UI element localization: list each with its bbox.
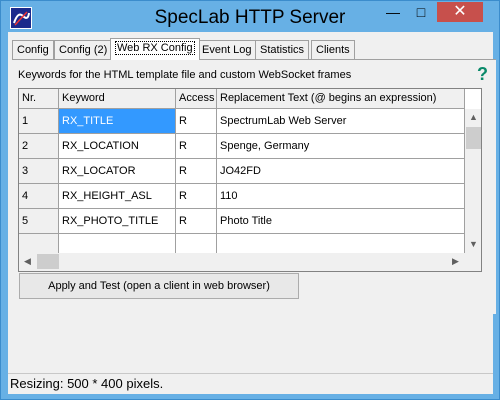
scroll-right-icon[interactable]: ▶ bbox=[452, 256, 459, 267]
tab-event-log[interactable]: Event Log bbox=[197, 40, 257, 59]
maximize-icon[interactable]: □ bbox=[407, 2, 435, 22]
vertical-scrollbar[interactable]: ▲ ▼ bbox=[465, 109, 481, 253]
row-nr: 3 bbox=[19, 159, 59, 184]
column-header-keyword[interactable]: Keyword bbox=[59, 89, 176, 109]
minimize-icon[interactable]: — bbox=[379, 2, 407, 22]
tab-config-2[interactable]: Config (2) bbox=[54, 40, 113, 59]
client-area: Config Config (2) Web RX Config Event Lo… bbox=[8, 32, 496, 394]
tab-config[interactable]: Config bbox=[12, 40, 54, 59]
keyword-cell[interactable]: RX_TITLE bbox=[59, 109, 176, 134]
access-cell[interactable]: R bbox=[176, 109, 217, 134]
row-nr: 4 bbox=[19, 184, 59, 209]
keyword-cell[interactable]: RX_PHOTO_TITLE bbox=[59, 209, 176, 234]
app-window: SpecLab HTTP Server — □ ✕ Config Config … bbox=[0, 0, 500, 400]
row-nr: 5 bbox=[19, 209, 59, 234]
grid-description: Keywords for the HTML template file and … bbox=[18, 69, 352, 81]
replacement-cell[interactable]: SpectrumLab Web Server bbox=[217, 109, 465, 134]
close-icon[interactable]: ✕ bbox=[437, 2, 483, 22]
scroll-down-icon[interactable]: ▼ bbox=[469, 239, 478, 249]
keyword-cell[interactable]: RX_LOCATOR bbox=[59, 159, 176, 184]
question-icon[interactable]: ? bbox=[477, 65, 491, 83]
keyword-grid[interactable]: Nr. Keyword Access Replacement Text (@ b… bbox=[18, 88, 482, 272]
title-bar[interactable]: SpecLab HTTP Server — □ ✕ bbox=[1, 1, 499, 32]
horizontal-scroll-thumb[interactable] bbox=[37, 254, 59, 269]
access-cell[interactable]: R bbox=[176, 134, 217, 159]
access-cell[interactable]: R bbox=[176, 209, 217, 234]
horizontal-scrollbar[interactable]: ◀ ▶ bbox=[19, 253, 465, 271]
scroll-up-icon[interactable]: ▲ bbox=[469, 112, 478, 122]
scrollbar-corner bbox=[465, 253, 481, 271]
row-nr: 1 bbox=[19, 109, 59, 134]
tab-web-rx-config[interactable]: Web RX Config bbox=[110, 38, 200, 60]
vertical-scroll-thumb[interactable] bbox=[466, 127, 481, 149]
keyword-cell[interactable]: RX_HEIGHT_ASL bbox=[59, 184, 176, 209]
tab-web-rx-config-label: Web RX Config bbox=[115, 41, 195, 55]
status-bar: Resizing: 500 * 400 pixels. bbox=[8, 373, 493, 394]
column-header-access[interactable]: Access bbox=[176, 89, 217, 109]
column-header-nr[interactable]: Nr. bbox=[19, 89, 59, 109]
replacement-cell[interactable]: JO42FD bbox=[217, 159, 465, 184]
tab-statistics[interactable]: Statistics bbox=[255, 40, 310, 59]
access-cell[interactable]: R bbox=[176, 159, 217, 184]
replacement-cell[interactable]: Photo Title bbox=[217, 209, 465, 234]
scroll-left-icon[interactable]: ◀ bbox=[24, 256, 31, 267]
row-nr: 2 bbox=[19, 134, 59, 159]
column-header-replacement[interactable]: Replacement Text (@ begins an expression… bbox=[217, 89, 465, 109]
replacement-cell[interactable]: 110 bbox=[217, 184, 465, 209]
apply-and-test-button[interactable]: Apply and Test (open a client in web bro… bbox=[19, 273, 299, 299]
tab-clients[interactable]: Clients bbox=[311, 40, 355, 59]
replacement-cell[interactable]: Spenge, Germany bbox=[217, 134, 465, 159]
keyword-cell[interactable]: RX_LOCATION bbox=[59, 134, 176, 159]
access-cell[interactable]: R bbox=[176, 184, 217, 209]
